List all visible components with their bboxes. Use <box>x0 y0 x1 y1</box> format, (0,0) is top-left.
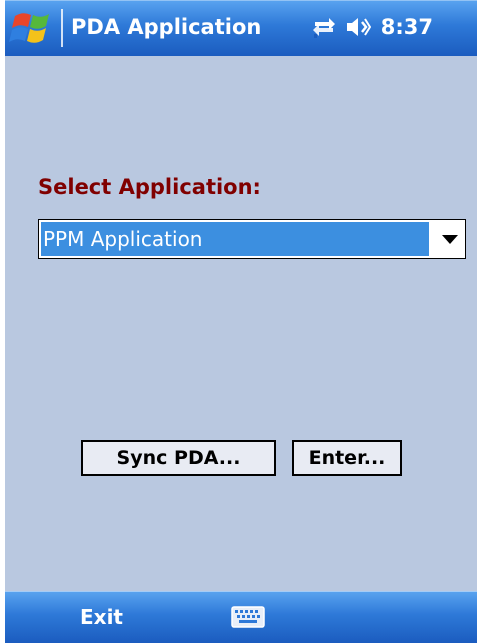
clock[interactable]: 8:37 <box>381 12 433 42</box>
keyboard-icon <box>231 606 265 628</box>
application-combobox[interactable]: PPM Application <box>38 219 466 259</box>
windows-start-icon <box>9 13 49 43</box>
pda-screen: PDA Application 8:37 Select Application:… <box>5 0 477 643</box>
connectivity-icon[interactable] <box>311 14 337 40</box>
window-title: PDA Application <box>71 15 262 39</box>
enter-button[interactable]: Enter... <box>292 440 402 476</box>
combobox-selected-value: PPM Application <box>41 222 429 256</box>
windows-start-button[interactable] <box>9 8 55 48</box>
form-content: Select Application: PPM Application Sync… <box>5 56 477 591</box>
input-panel-button[interactable] <box>231 606 265 628</box>
pda-device: PDA Application 8:37 Select Application:… <box>0 0 483 643</box>
system-tray: 8:37 <box>311 12 433 42</box>
exit-softkey[interactable]: Exit <box>80 603 123 631</box>
dropdown-arrow-icon[interactable] <box>439 229 461 249</box>
sync-pda-button[interactable]: Sync PDA... <box>81 440 276 476</box>
select-application-label: Select Application: <box>38 175 261 199</box>
title-divider <box>61 9 63 47</box>
volume-icon[interactable] <box>345 14 371 40</box>
menu-bar: Exit <box>5 591 477 643</box>
title-bar: PDA Application 8:37 <box>5 0 477 56</box>
